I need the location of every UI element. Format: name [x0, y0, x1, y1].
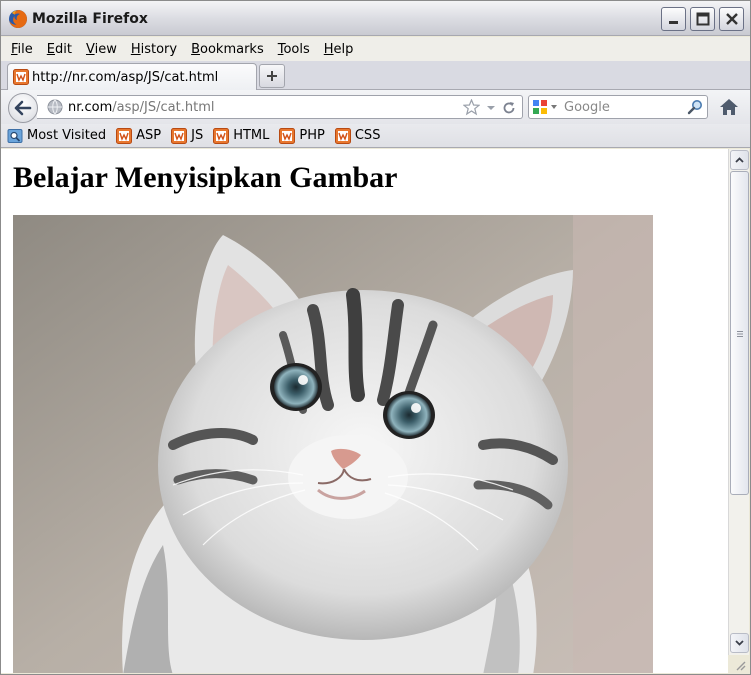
reload-icon[interactable]: [502, 101, 516, 115]
window-title: Mozilla Firefox: [32, 11, 148, 27]
title-bar[interactable]: Mozilla Firefox: [1, 1, 750, 36]
new-tab-button[interactable]: [259, 64, 285, 88]
menu-view[interactable]: View: [86, 42, 117, 57]
maximize-button[interactable]: [690, 7, 715, 31]
search-placeholder: Google: [564, 99, 610, 115]
globe-icon: [47, 99, 63, 115]
google-icon: [533, 100, 547, 114]
dropdown-arrow-icon[interactable]: [550, 103, 558, 111]
w3-icon: [334, 127, 351, 144]
w3-icon: [13, 69, 29, 85]
search-bar[interactable]: Google: [528, 95, 708, 119]
star-icon[interactable]: [463, 99, 480, 116]
bookmark-html[interactable]: HTML: [213, 127, 269, 144]
tab-strip: http://nr.com/asp/JS/cat.html: [1, 61, 750, 90]
menu-bookmarks[interactable]: Bookmarks: [191, 42, 264, 57]
url-domain: nr.com: [68, 99, 113, 115]
url-text: nr.com/asp/JS/cat.html: [68, 100, 214, 115]
menu-bar: File Edit View History Bookmarks Tools H…: [1, 37, 750, 61]
menu-tools[interactable]: Tools: [278, 42, 310, 57]
bookmarks-toolbar: Most Visited ASP JS HTML PHP CSS: [1, 124, 750, 148]
plus-icon: [267, 71, 277, 81]
dropdown-arrow-icon[interactable]: [486, 103, 496, 113]
bookmark-most-visited[interactable]: Most Visited: [7, 128, 106, 144]
back-arrow-icon: [14, 100, 32, 116]
most-visited-icon: [7, 128, 23, 143]
w3-icon: [213, 127, 230, 144]
page-content: Belajar Menyisipkan Gambar: [1, 149, 728, 673]
scroll-up-button[interactable]: [730, 150, 749, 170]
menu-help[interactable]: Help: [324, 42, 354, 57]
tab-cat-page[interactable]: http://nr.com/asp/JS/cat.html: [7, 63, 257, 90]
w3-icon: [279, 127, 296, 144]
menu-history[interactable]: History: [131, 42, 177, 57]
url-actions: [463, 99, 516, 116]
w3-icon: [171, 127, 188, 144]
firefox-icon: [9, 10, 27, 28]
url-bar[interactable]: nr.com/asp/JS/cat.html: [37, 95, 523, 119]
home-icon[interactable]: [719, 98, 739, 116]
close-button[interactable]: [719, 7, 744, 31]
search-icon[interactable]: [687, 99, 703, 115]
scroll-thumb[interactable]: [730, 171, 749, 495]
vertical-scrollbar[interactable]: [728, 149, 749, 655]
w3-icon: [116, 127, 133, 144]
kitten-photo: [13, 215, 653, 673]
grip-icon: [737, 331, 743, 337]
close-icon: [725, 13, 738, 25]
bookmark-js[interactable]: JS: [171, 127, 203, 144]
resize-grip[interactable]: [728, 655, 749, 673]
menu-edit[interactable]: Edit: [47, 42, 72, 57]
page-heading: Belajar Menyisipkan Gambar: [13, 161, 398, 194]
browser-window: Mozilla Firefox File Edit View History B…: [0, 0, 751, 675]
maximize-icon: [696, 12, 709, 26]
url-path: /asp/JS/cat.html: [112, 99, 215, 115]
minimize-button[interactable]: [661, 7, 686, 31]
chevron-up-icon: [735, 157, 744, 163]
menu-file[interactable]: File: [11, 42, 33, 57]
tab-label: http://nr.com/asp/JS/cat.html: [32, 69, 219, 85]
bookmark-php[interactable]: PHP: [279, 127, 325, 144]
chevron-down-icon: [735, 640, 744, 646]
bookmark-asp[interactable]: ASP: [116, 127, 161, 144]
bookmark-css[interactable]: CSS: [334, 127, 380, 144]
navigation-bar: nr.com/asp/JS/cat.html Google: [1, 90, 750, 124]
scroll-down-button[interactable]: [730, 633, 749, 653]
resize-grip-icon: [736, 661, 746, 671]
minimize-icon: [668, 21, 678, 24]
back-button[interactable]: [8, 93, 38, 123]
